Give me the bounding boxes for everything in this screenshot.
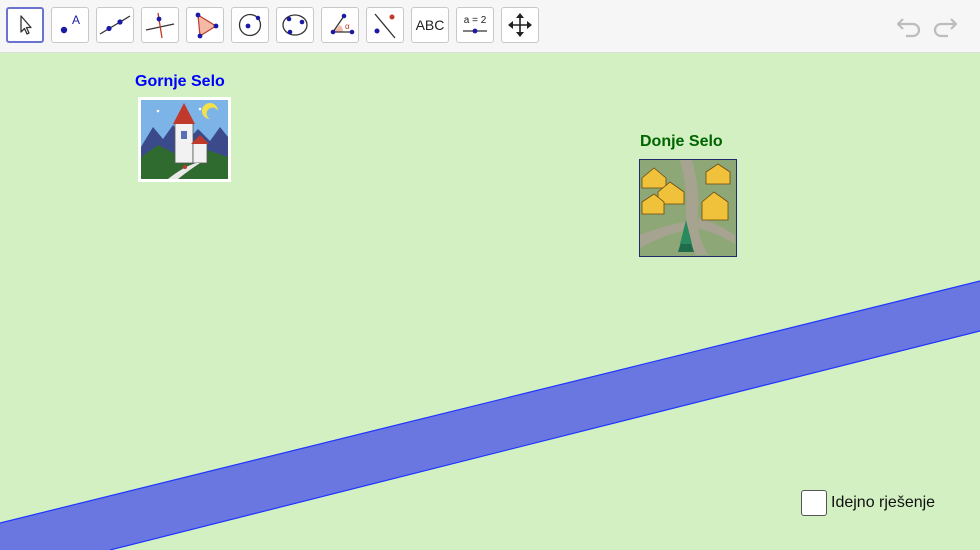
move-tool-icon <box>20 15 32 35</box>
village-upper-label: Gornje Selo <box>135 73 225 90</box>
point-tool-icon: A <box>60 13 80 34</box>
line-tool-icon <box>99 15 131 35</box>
circle-center-tool-button[interactable] <box>231 7 269 43</box>
polygon-tool-button[interactable] <box>186 7 224 43</box>
angle-tool-icon: α <box>330 13 355 35</box>
reflect-tool-icon <box>374 13 396 39</box>
perpendicular-line-tool-icon <box>145 12 175 39</box>
toolbar: A α ABC a = 2 <box>0 0 980 53</box>
village-lower-label: Donje Selo <box>640 133 723 150</box>
line-tool-button[interactable] <box>96 7 134 43</box>
undo-button[interactable] <box>894 12 924 40</box>
move-graphics-view-tool-icon <box>508 13 532 37</box>
move-graphics-view-tool-button[interactable] <box>501 7 539 43</box>
text-tool-icon: ABC <box>415 17 445 33</box>
houses-village-illustration <box>640 160 735 255</box>
church-village-illustration <box>141 100 228 179</box>
point-label: A <box>72 13 80 27</box>
perpendicular-line-tool-button[interactable] <box>141 7 179 43</box>
slider-tool-button[interactable]: a = 2 <box>456 7 494 43</box>
angle-tool-button[interactable]: α <box>321 7 359 43</box>
reflect-tool-button[interactable] <box>366 7 404 43</box>
solution-checkbox-label: Idejno rješenje <box>831 494 936 511</box>
svg-text:α: α <box>345 22 350 31</box>
slider-tool-label: a = 2 <box>464 15 487 26</box>
village-lower-image[interactable] <box>639 159 737 257</box>
circle-three-points-tool-icon <box>282 14 308 36</box>
redo-icon <box>933 18 958 38</box>
slider-tool-icon: a = 2 <box>463 15 487 34</box>
solution-checkbox[interactable] <box>801 490 827 516</box>
undo-icon <box>896 18 921 38</box>
village-upper-image[interactable] <box>138 97 231 182</box>
text-tool-button[interactable]: ABC <box>411 7 449 43</box>
redo-button[interactable] <box>930 12 960 40</box>
move-tool-button[interactable] <box>6 7 44 43</box>
circle-center-tool-icon <box>238 13 262 37</box>
circle-three-points-tool-button[interactable] <box>276 7 314 43</box>
polygon-tool-icon <box>195 12 219 39</box>
point-tool-button[interactable]: A <box>51 7 89 43</box>
